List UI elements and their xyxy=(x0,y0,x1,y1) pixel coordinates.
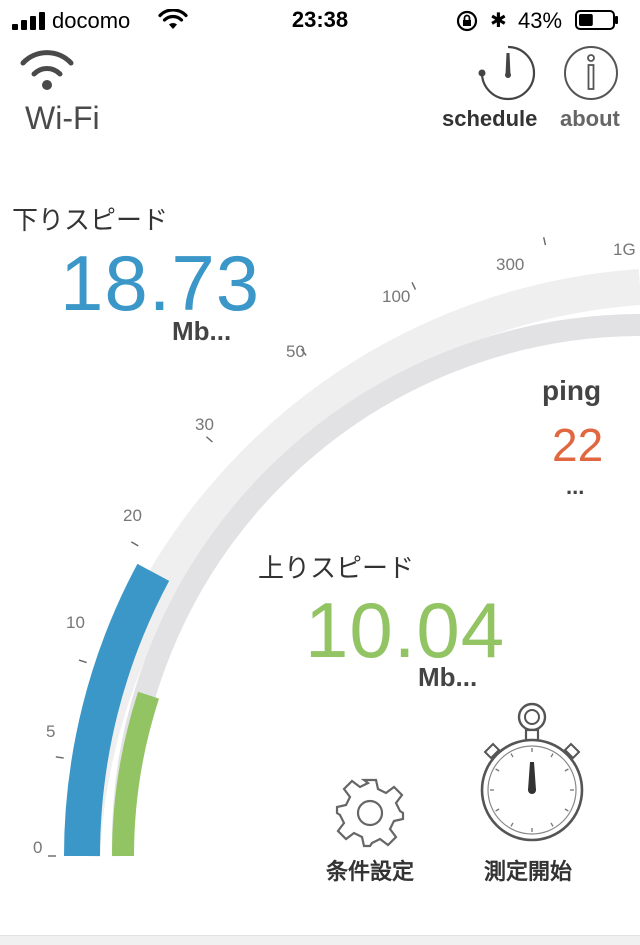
gauge-tick xyxy=(130,541,139,547)
gauge-scale-label: 100 xyxy=(382,287,410,306)
gauge-scale-label: 30 xyxy=(195,415,214,434)
gauge-tick xyxy=(55,756,64,759)
gauge-scale-label: 1G xyxy=(613,240,636,259)
download-speed-unit: Mb... xyxy=(172,316,232,346)
gauge-tick xyxy=(78,659,87,664)
gauge-tick xyxy=(205,436,213,443)
stopwatch-icon xyxy=(480,702,584,842)
gauge-scale-label: 10 xyxy=(66,613,85,632)
gauge-tick xyxy=(543,237,547,246)
ping-unit: ... xyxy=(566,474,585,499)
start-measurement-label[interactable]: 測定開始 xyxy=(484,854,572,886)
download-speed-label: 下りスピード xyxy=(12,205,169,235)
upload-speed-label: 上りスピード xyxy=(258,553,415,583)
upload-speed-unit: Mb... xyxy=(418,662,478,692)
gear-icon xyxy=(335,778,405,848)
gauge-scale-label: 50 xyxy=(286,342,305,361)
ping-value: 22 xyxy=(552,419,604,471)
ping-label: ping xyxy=(542,375,602,406)
gauge-scale-label: 5 xyxy=(46,722,55,741)
gauge-scale-label: 300 xyxy=(496,255,524,274)
gauge-scale-label: 20 xyxy=(123,506,142,525)
settings-button-label[interactable]: 条件設定 xyxy=(326,854,414,886)
gauge-scale-label: 0 xyxy=(33,838,42,857)
gauge-tick xyxy=(411,282,417,290)
